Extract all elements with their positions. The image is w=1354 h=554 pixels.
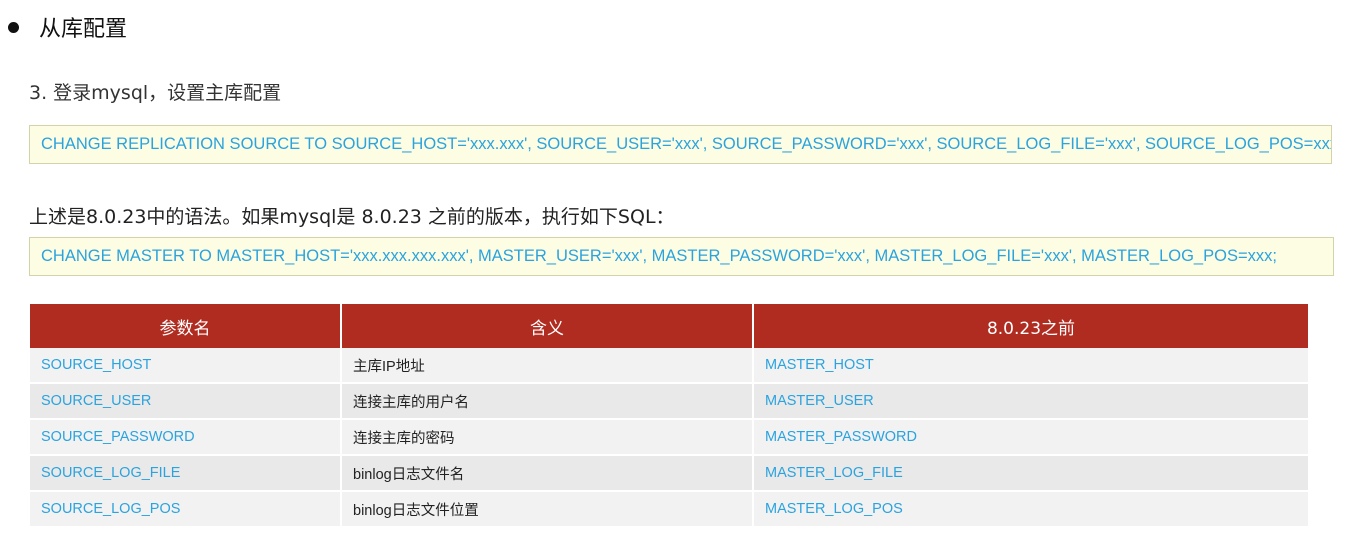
table-header-row: 参数名 含义 8.0.23之前	[30, 304, 1308, 348]
code-block-source: CHANGE REPLICATION SOURCE TO SOURCE_HOST…	[29, 125, 1332, 164]
param-legacy-cell: MASTER_LOG_POS	[753, 491, 1308, 528]
param-legacy-cell: MASTER_LOG_FILE	[753, 455, 1308, 492]
param-name-cell: SOURCE_HOST	[30, 348, 342, 384]
param-name-cell: SOURCE_LOG_POS	[30, 491, 342, 528]
code-block-master: CHANGE MASTER TO MASTER_HOST='xxx.xxx.xx…	[29, 237, 1334, 276]
table-row: SOURCE_HOST 主库IP地址 MASTER_HOST	[30, 348, 1308, 384]
table-row: SOURCE_LOG_FILE binlog日志文件名 MASTER_LOG_F…	[30, 455, 1308, 492]
param-meaning-cell: 连接主库的用户名	[341, 383, 754, 420]
table-row: SOURCE_PASSWORD 连接主库的密码 MASTER_PASSWORD	[30, 419, 1308, 456]
column-header-param-name: 参数名	[30, 304, 342, 348]
version-note: 上述是8.0.23中的语法。如果mysql是 8.0.23 之前的版本，执行如下…	[29, 206, 675, 228]
param-meaning-cell: 主库IP地址	[341, 348, 754, 384]
table-row: SOURCE_USER 连接主库的用户名 MASTER_USER	[30, 383, 1308, 420]
step-instruction: 3. 登录mysql，设置主库配置	[29, 82, 282, 104]
table-row: SOURCE_LOG_POS binlog日志文件位置 MASTER_LOG_P…	[30, 491, 1308, 528]
param-name-cell: SOURCE_USER	[30, 383, 342, 420]
section-heading: 从库配置	[8, 12, 127, 42]
param-legacy-cell: MASTER_PASSWORD	[753, 419, 1308, 456]
bullet-icon	[8, 21, 19, 33]
param-meaning-cell: binlog日志文件名	[341, 455, 754, 492]
section-title: 从库配置	[39, 17, 128, 42]
parameter-table: 参数名 含义 8.0.23之前 SOURCE_HOST 主库IP地址 MASTE…	[30, 304, 1308, 528]
param-meaning-cell: binlog日志文件位置	[341, 491, 754, 528]
param-legacy-cell: MASTER_HOST	[753, 348, 1308, 384]
param-meaning-cell: 连接主库的密码	[341, 419, 754, 456]
param-name-cell: SOURCE_LOG_FILE	[30, 455, 342, 492]
column-header-meaning: 含义	[341, 304, 754, 348]
param-legacy-cell: MASTER_USER	[753, 383, 1308, 420]
column-header-legacy: 8.0.23之前	[753, 304, 1308, 348]
param-name-cell: SOURCE_PASSWORD	[30, 419, 342, 456]
